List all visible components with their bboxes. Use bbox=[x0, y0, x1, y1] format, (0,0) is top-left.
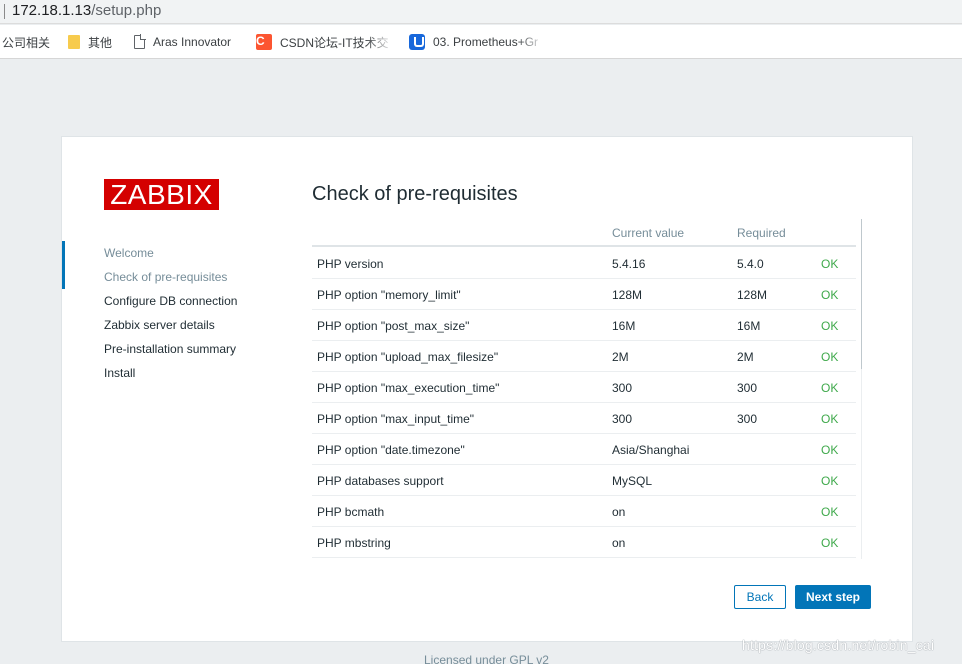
requirement-name: PHP version bbox=[317, 257, 384, 271]
step-check-prerequisites: Check of pre-requisites bbox=[104, 270, 228, 284]
step-welcome: Welcome bbox=[104, 246, 154, 260]
status-ok: OK bbox=[821, 257, 839, 271]
required-value: 300 bbox=[737, 412, 758, 426]
page-icon bbox=[134, 34, 146, 49]
url-text[interactable]: 172.18.1.13/setup.php bbox=[12, 2, 161, 19]
step-configure-db: Configure DB connection bbox=[104, 294, 238, 308]
requirement-name: PHP mbstring bbox=[317, 536, 391, 550]
bookmark-prometheus[interactable]: 03. Prometheus+Gr bbox=[409, 25, 545, 59]
bookmark-label: CSDN论坛-IT技术交 bbox=[280, 35, 389, 50]
requirement-name: PHP option "upload_max_filesize" bbox=[317, 350, 499, 364]
current-value: 300 bbox=[612, 412, 633, 426]
bookmark-label: 03. Prometheus+Gr bbox=[433, 35, 539, 49]
folder-icon bbox=[68, 35, 80, 49]
requirement-name: PHP databases support bbox=[317, 474, 444, 488]
license-footer[interactable]: Licensed under GPL v2 bbox=[424, 653, 549, 664]
requirement-name: PHP bcmath bbox=[317, 505, 385, 519]
status-ok: OK bbox=[821, 443, 839, 457]
setup-card: ZABBIX Welcome Check of pre-requisites C… bbox=[61, 136, 913, 642]
current-value: on bbox=[612, 505, 626, 519]
current-value: on bbox=[612, 536, 626, 550]
watermark: https://blog.csdn.net/robin_cai bbox=[742, 637, 935, 653]
bookmarks-bar: 公司相关 其他 Aras Innovator C CSDN论坛-IT技术交 03… bbox=[0, 25, 962, 59]
current-value: 2M bbox=[612, 350, 629, 364]
status-ok: OK bbox=[821, 319, 839, 333]
step-server-details: Zabbix server details bbox=[104, 318, 215, 332]
current-value: 128M bbox=[612, 288, 643, 302]
current-value: 5.4.16 bbox=[612, 257, 646, 271]
next-step-button[interactable]: Next step bbox=[795, 585, 871, 609]
table-row: PHP option "max_input_time" 300 300 OK bbox=[312, 403, 856, 434]
requirement-name: PHP option "memory_limit" bbox=[317, 288, 461, 302]
status-ok: OK bbox=[821, 412, 839, 426]
back-button[interactable]: Back bbox=[734, 585, 786, 609]
bookmark-label: 公司相关 bbox=[2, 35, 51, 50]
table-row: PHP databases support MySQL OK bbox=[312, 465, 856, 496]
prerequisites-table[interactable]: Current value Required PHP version 5.4.16… bbox=[312, 219, 862, 559]
header-required: Required bbox=[737, 226, 786, 240]
requirement-name: PHP option "date.timezone" bbox=[317, 443, 465, 457]
bookmark-label: 其他 bbox=[88, 35, 113, 50]
table-scrollbar[interactable] bbox=[861, 219, 862, 559]
table-row: PHP option "date.timezone" Asia/Shanghai O… bbox=[312, 434, 856, 465]
status-ok: OK bbox=[821, 288, 839, 302]
current-value: MySQL bbox=[612, 474, 653, 488]
required-value: 2M bbox=[737, 350, 754, 364]
requirement-name: PHP option "max_execution_time" bbox=[317, 381, 500, 395]
current-value: 16M bbox=[612, 319, 636, 333]
step-install: Install bbox=[104, 366, 136, 380]
required-value: 300 bbox=[737, 381, 758, 395]
current-value: Asia/Shanghai bbox=[612, 443, 690, 457]
required-value: 128M bbox=[737, 288, 768, 302]
status-ok: OK bbox=[821, 536, 839, 550]
text-cursor bbox=[4, 4, 5, 19]
requirement-name: PHP option "max_input_time" bbox=[317, 412, 475, 426]
scrollbar-thumb[interactable] bbox=[861, 219, 862, 369]
table-row: PHP option "memory_limit" 128M 128M OK bbox=[312, 279, 856, 310]
table-body: PHP version 5.4.16 5.4.0 OK PHP option "memo… bbox=[312, 248, 856, 558]
prometheus-icon bbox=[409, 34, 425, 50]
status-ok: OK bbox=[821, 474, 839, 488]
zabbix-logo: ZABBIX bbox=[104, 179, 219, 210]
bookmark-aras[interactable]: Aras Innovator bbox=[134, 25, 231, 59]
table-row: PHP mbstring on OK bbox=[312, 527, 856, 558]
table-row: PHP bcmath on OK bbox=[312, 496, 856, 527]
table-row: PHP option "upload_max_filesize" 2M 2M OK bbox=[312, 341, 856, 372]
page-title: Check of pre-requisites bbox=[312, 183, 518, 205]
current-value: 300 bbox=[612, 381, 633, 395]
table-header: Current value Required bbox=[312, 219, 856, 247]
table-row: PHP version 5.4.16 5.4.0 OK bbox=[312, 248, 856, 279]
requirement-name: PHP option "post_max_size" bbox=[317, 319, 470, 333]
status-ok: OK bbox=[821, 350, 839, 364]
setup-steps-nav: Welcome Check of pre-requisites Configur… bbox=[62, 241, 282, 385]
address-bar[interactable]: 172.18.1.13/setup.php bbox=[0, 0, 962, 24]
status-ok: OK bbox=[821, 381, 839, 395]
bookmark-company[interactable]: 公司相关 bbox=[2, 25, 50, 59]
required-value: 5.4.0 bbox=[737, 257, 764, 271]
header-current-value: Current value bbox=[612, 226, 685, 240]
csdn-icon: C bbox=[256, 34, 272, 50]
bookmark-other[interactable]: 其他 bbox=[68, 25, 112, 59]
bookmark-csdn[interactable]: C CSDN论坛-IT技术交 bbox=[256, 25, 394, 59]
url-path: /setup.php bbox=[91, 2, 162, 19]
required-value: 16M bbox=[737, 319, 761, 333]
step-pre-install-summary: Pre-installation summary bbox=[104, 342, 237, 356]
bookmark-label: Aras Innovator bbox=[153, 35, 232, 49]
url-host: 172.18.1.13 bbox=[12, 2, 92, 19]
status-ok: OK bbox=[821, 505, 839, 519]
table-row: PHP option "post_max_size" 16M 16M OK bbox=[312, 310, 856, 341]
table-row: PHP option "max_execution_time" 300 300 OK bbox=[312, 372, 856, 403]
